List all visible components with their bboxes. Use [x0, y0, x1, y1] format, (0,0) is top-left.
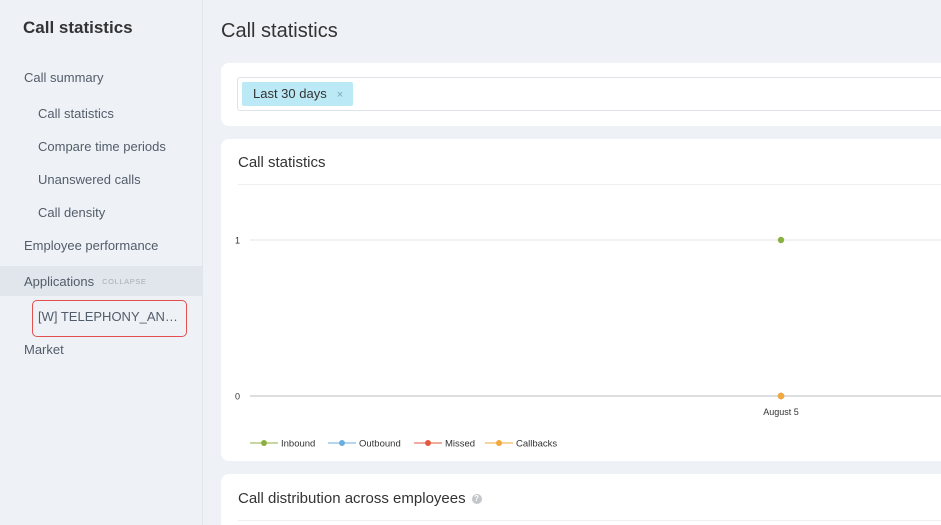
data-point-callbacks: [777, 392, 785, 400]
nav-call-statistics[interactable]: Call statistics: [38, 106, 114, 121]
nav-call-density[interactable]: Call density: [38, 205, 105, 220]
legend-marker: [425, 440, 431, 446]
nav-unanswered-calls[interactable]: Unanswered calls: [38, 172, 141, 187]
legend-marker: [261, 440, 267, 446]
nav-compare-time-periods[interactable]: Compare time periods: [38, 139, 166, 154]
legend-label-callbacks: Callbacks: [516, 439, 557, 450]
page-title: Call statistics: [221, 20, 338, 42]
help-icon[interactable]: ?: [471, 494, 482, 504]
legend-marker: [339, 440, 345, 446]
filter-input[interactable]: Last 30 days ×: [237, 77, 941, 111]
filter-chip-label: Last 30 days: [253, 86, 327, 101]
sidebar-title: Call statistics: [23, 18, 133, 37]
x-tick-label: August 5: [763, 407, 799, 417]
nav-applications[interactable]: Applications COLLAPSE: [24, 274, 147, 289]
collapse-toggle[interactable]: COLLAPSE: [102, 277, 146, 286]
legend-label-missed: Missed: [445, 439, 475, 450]
call-distribution-title-text: Call distribution across employees: [238, 490, 466, 507]
data-point-inbound: [777, 236, 785, 244]
sidebar: Call statistics Call summary Call statis…: [0, 0, 203, 525]
legend-label-inbound: Inbound: [281, 439, 315, 450]
nav-call-summary[interactable]: Call summary: [24, 70, 103, 85]
call-statistics-card: Call statistics 0 1 August 5 Inbound Outboun…: [221, 139, 941, 461]
call-distribution-title: Call distribution across employees?: [238, 490, 482, 507]
nav-employee-performance[interactable]: Employee performance: [24, 238, 158, 253]
close-icon[interactable]: ×: [337, 89, 343, 101]
nav-market[interactable]: Market: [24, 342, 64, 357]
y-tick-label: 0: [235, 392, 240, 402]
filter-card: Last 30 days ×: [221, 63, 941, 126]
app-telephony-analytics[interactable]: [W] TELEPHONY_ANALYTICS: [32, 300, 187, 337]
legend-label-outbound: Outbound: [359, 439, 401, 450]
filter-chip[interactable]: Last 30 days ×: [242, 82, 354, 106]
nav-applications-label: Applications: [24, 274, 95, 289]
call-statistics-chart: 0 1 August 5 Inbound Outbound Missed Callbacks: [235, 236, 941, 450]
y-tick-label: 1: [235, 236, 240, 246]
call-distribution-card: Call distribution across employees?: [221, 474, 941, 525]
card-divider: [238, 520, 941, 521]
legend-marker: [496, 440, 502, 446]
